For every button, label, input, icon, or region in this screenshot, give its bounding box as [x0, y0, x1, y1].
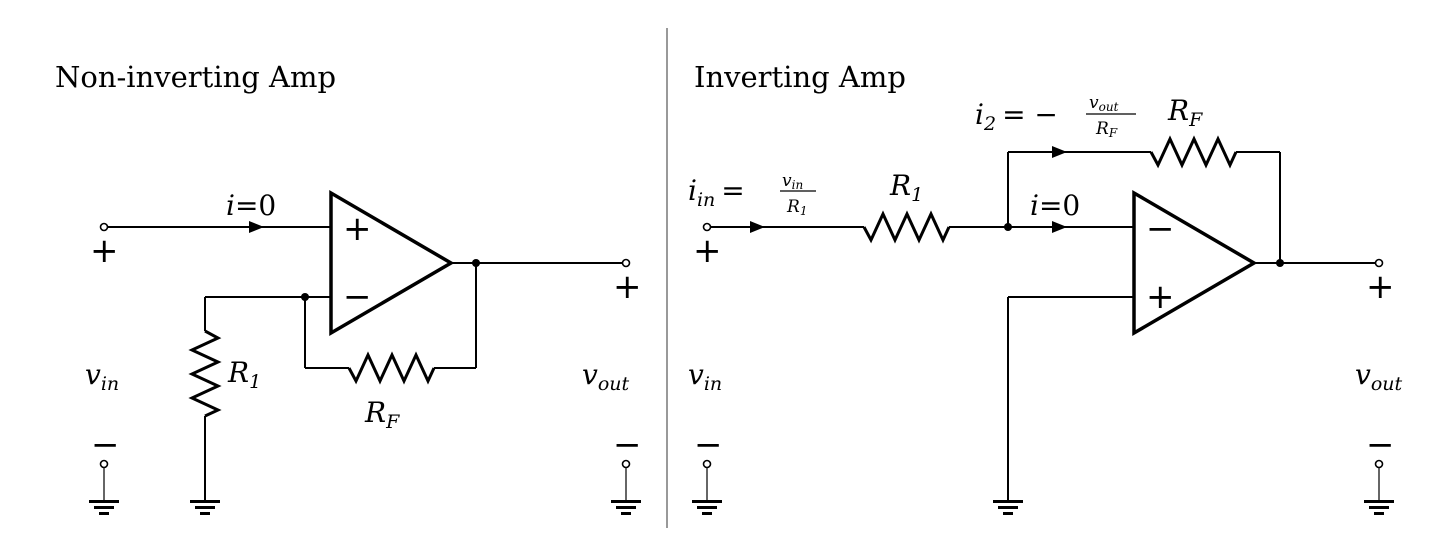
svg-text:iin=: iin =	[688, 174, 745, 211]
vin-minus-sign: −	[694, 425, 723, 465]
vout-plus-sign: +	[613, 267, 642, 307]
r1-resistor	[862, 210, 951, 244]
svg-text:i2= −: i2 = −	[975, 98, 1058, 135]
vout-plus-terminal	[1374, 258, 1384, 268]
vout-minus-terminal	[1374, 459, 1384, 469]
opamp-plus-sign: +	[1146, 277, 1175, 317]
left-rf-label: RF	[364, 396, 400, 433]
vin-minus-terminal	[99, 459, 109, 469]
ground-icon	[1364, 500, 1394, 515]
vin-plus-sign: +	[693, 231, 722, 271]
ground-icon	[993, 500, 1023, 515]
i2-label: i2 = − vout RF	[975, 93, 1136, 140]
ground-icon	[692, 500, 722, 515]
vin-plus-terminal	[702, 222, 712, 232]
circuit-diagram: Non-inverting Amp i=0 + + − R1 RF + vin …	[55, 28, 1403, 528]
left-vout-label: vout	[582, 358, 630, 395]
right-current-label: i=0	[1030, 189, 1080, 222]
ground-icon	[611, 500, 641, 515]
current-arrow	[1052, 221, 1067, 233]
inverting-amp-circuit: Inverting Amp iin = vin R1 + R1 i=0 RF i…	[688, 60, 1403, 515]
output-junction-dot	[1276, 259, 1284, 267]
right-vout-label: vout	[1355, 358, 1403, 395]
vout-minus-sign: −	[1366, 425, 1395, 465]
vout-minus-sign: −	[613, 425, 642, 465]
left-r1-label: R1	[227, 356, 261, 393]
vout-plus-sign: +	[1366, 267, 1395, 307]
iin-arrow	[750, 221, 765, 233]
svg-text:R1: R1	[786, 197, 807, 218]
right-r1-label: R1	[889, 169, 923, 206]
svg-text:vin: vin	[782, 171, 803, 192]
right-rf-label: RF	[1167, 94, 1203, 131]
svg-text:vout: vout	[1089, 93, 1119, 114]
r1-resistor	[188, 329, 222, 418]
svg-text:RF: RF	[1095, 119, 1118, 140]
right-vin-label: vin	[688, 358, 722, 395]
i2-arrow	[1052, 146, 1067, 158]
non-inverting-amp-circuit: Non-inverting Amp i=0 + + − R1 RF + vin …	[55, 60, 642, 515]
left-title: Non-inverting Amp	[55, 60, 336, 94]
left-vin-label: vin	[85, 358, 119, 395]
opamp-minus-sign: −	[343, 277, 372, 317]
vin-minus-terminal	[702, 459, 712, 469]
left-current-label: i=0	[226, 189, 276, 222]
vin-plus-terminal	[99, 222, 109, 232]
right-title: Inverting Amp	[694, 60, 906, 94]
vin-plus-sign: +	[90, 231, 119, 271]
rf-resistor	[347, 351, 436, 385]
vin-minus-sign: −	[91, 425, 120, 465]
opamp-plus-sign: +	[343, 209, 372, 249]
vout-plus-terminal	[621, 258, 631, 268]
ground-icon	[89, 500, 119, 515]
output-junction-dot	[472, 259, 480, 267]
ground-icon	[190, 500, 220, 515]
vout-minus-terminal	[621, 459, 631, 469]
rf-resistor	[1149, 135, 1238, 169]
iin-label: iin = vin R1	[688, 171, 816, 218]
current-arrow	[249, 221, 264, 233]
opamp-minus-sign: −	[1146, 209, 1175, 249]
